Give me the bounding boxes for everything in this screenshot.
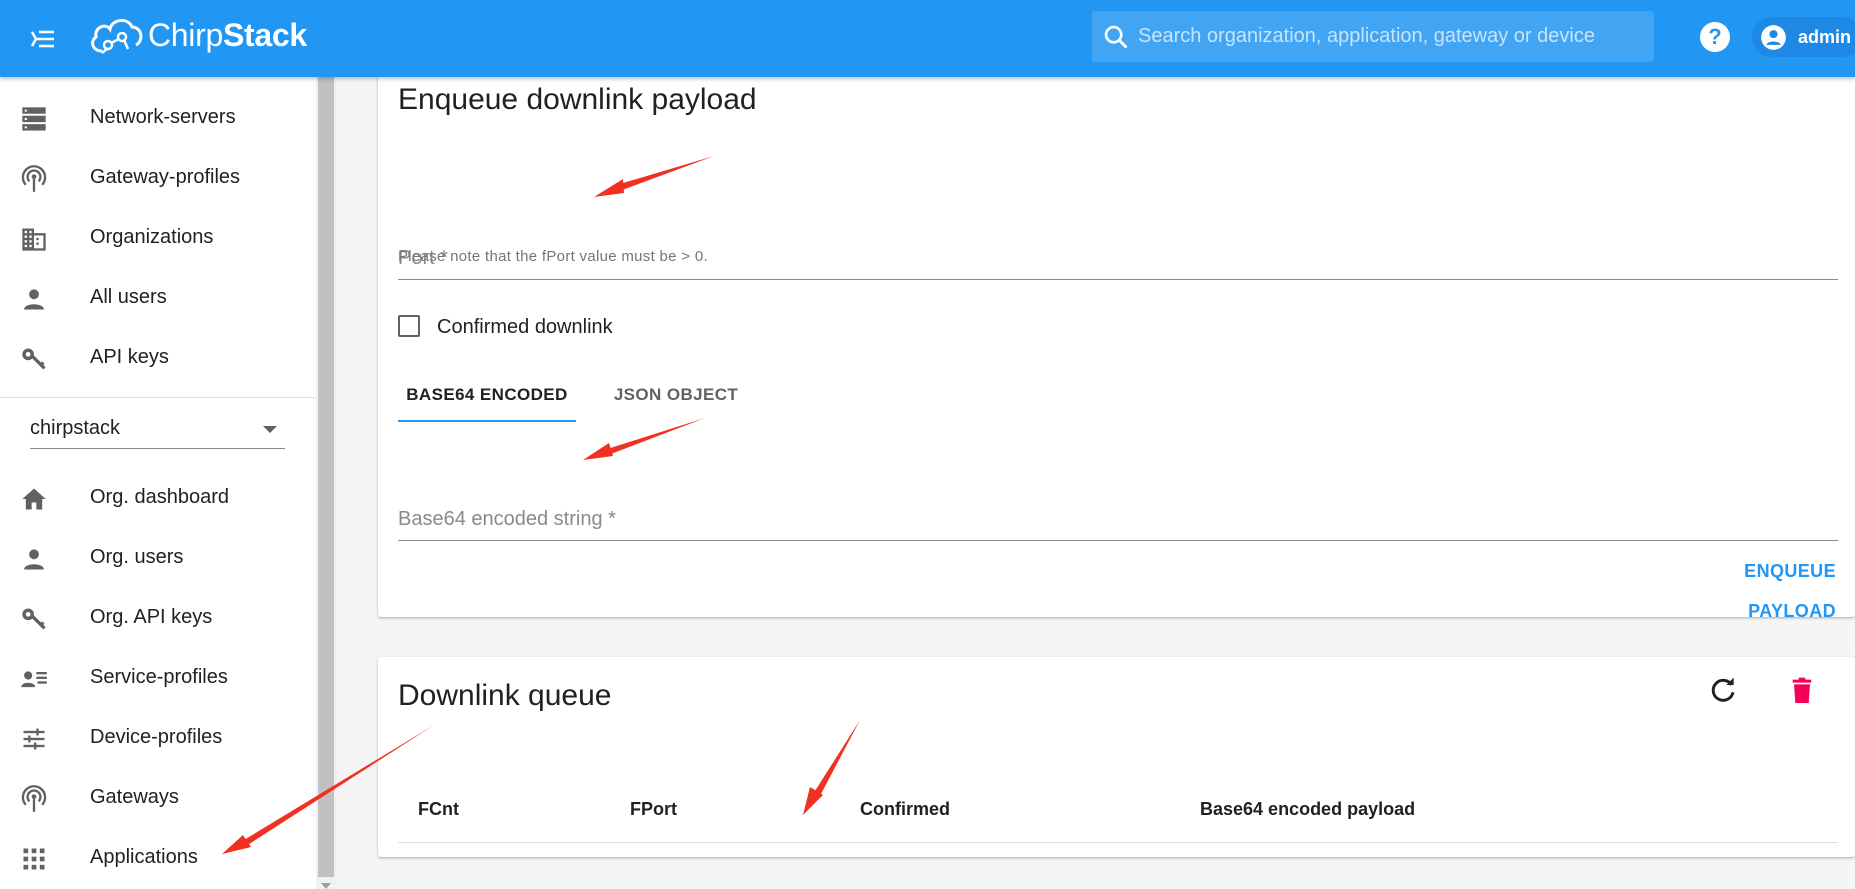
key-icon (22, 348, 46, 370)
sidebar-item-org-api-keys[interactable]: Org. API keys (0, 590, 316, 646)
sidebar-scrollbar[interactable] (316, 77, 336, 889)
sidebar-item-label: Service-profiles (90, 666, 228, 688)
tab-base64-encoded[interactable]: BASE64 ENCODED (398, 368, 576, 422)
delete-icon[interactable] (1786, 675, 1818, 707)
user-name: admin (1798, 27, 1852, 47)
base64-payload-field[interactable] (398, 497, 1838, 541)
sidebar-item-label: Org. API keys (90, 606, 213, 628)
tab-json-object[interactable]: JSON OBJECT (576, 368, 776, 422)
gateway-icon (21, 785, 47, 812)
sidebar-item-label: Organizations (90, 226, 214, 248)
column-header-confirmed: Confirmed (860, 799, 950, 819)
sidebar-item-label: Device-profiles (90, 726, 223, 748)
column-header-base64-payload: Base64 encoded payload (1200, 799, 1416, 819)
sidebar-item-device-profiles[interactable]: Device-profiles (0, 710, 316, 766)
port-helper-label: Please note that the fPort value must be… (398, 248, 708, 265)
user-icon (24, 549, 44, 570)
downlink-queue-card: Downlink queue FCnt FPort Confirmed Base… (378, 657, 1855, 857)
sidebar-item-gateways[interactable]: Gateways (0, 770, 316, 826)
confirmed-downlink-checkbox[interactable]: Confirmed downlink (398, 312, 658, 342)
apps-icon (23, 848, 45, 870)
refresh-icon[interactable] (1707, 675, 1739, 707)
sidebar-item-all-users[interactable]: All users (0, 270, 316, 326)
checkbox-box[interactable] (398, 315, 420, 337)
key-icon (22, 608, 46, 630)
sidebar-item-label: Gateway-profiles (90, 166, 241, 188)
sidebar-divider (0, 397, 316, 398)
organization-select[interactable]: chirpstack (30, 411, 285, 449)
chirpstack-logo-icon (88, 13, 144, 59)
sidebar-item-label: API keys (90, 346, 169, 368)
sidebar-item-label: Network-servers (90, 106, 236, 128)
downlink-queue-table-header: FCnt FPort Confirmed Base64 encoded payl… (398, 775, 1838, 843)
column-header-fcnt: FCnt (418, 799, 459, 819)
card-title: Downlink queue (398, 679, 612, 712)
app-title: ChirpStack (148, 17, 307, 54)
sidebar-item-network-servers[interactable]: Network-servers (0, 90, 316, 146)
top-app-bar: ChirpStack ? admin (0, 0, 1855, 77)
sidebar-item-org-users[interactable]: Org. users (0, 530, 316, 586)
sidebar-item-label: Applications (90, 846, 198, 868)
checkbox-label: Confirmed downlink (437, 316, 613, 338)
gateway-icon (21, 165, 47, 192)
brand-bold: Stack (222, 17, 307, 53)
user-icon (24, 289, 44, 310)
account-circle-icon (1761, 25, 1786, 50)
help-icon[interactable]: ? (1700, 22, 1730, 52)
sidebar-item-label: All users (90, 286, 167, 308)
tune-icon (23, 728, 45, 750)
brand-light: Chirp (148, 17, 223, 53)
sidebar-item-label: Gateways (90, 786, 179, 808)
user-menu-button[interactable]: admin (1752, 17, 1855, 57)
search-icon (1104, 25, 1128, 49)
base64-payload-input[interactable] (398, 497, 1838, 541)
sidebar-item-org-dashboard[interactable]: Org. dashboard (0, 470, 316, 526)
scroll-down-arrow-icon[interactable] (321, 883, 331, 889)
scrollbar-thumb[interactable] (318, 77, 334, 877)
server-icon (22, 107, 46, 131)
sidebar-item-applications[interactable]: Applications (0, 830, 316, 886)
sidebar-item-api-keys[interactable]: API keys (0, 330, 316, 386)
menu-collapse-icon[interactable] (28, 24, 58, 54)
search-input[interactable] (1138, 11, 1638, 62)
card-title: Enqueue downlink payload (398, 83, 757, 116)
home-icon (22, 488, 46, 510)
organization-select-value: chirpstack (30, 417, 121, 439)
sidebar-item-organizations[interactable]: Organizations (0, 210, 316, 266)
building-icon (22, 228, 46, 251)
enqueue-payload-button[interactable]: ENQUEUE PAYLOAD (1656, 551, 1836, 621)
sidebar-item-label: Org. users (90, 546, 184, 568)
sidebar-item-gateway-profiles[interactable]: Gateway-profiles (0, 150, 316, 206)
column-header-fport: FPort (630, 799, 677, 819)
global-search[interactable] (1092, 11, 1654, 62)
sidebar-item-service-profiles[interactable]: Service-profiles (0, 650, 316, 706)
account-details-icon (21, 671, 47, 688)
sidebar: Network-servers Gateway-profiles Organiz… (0, 77, 316, 889)
chevron-down-icon (263, 426, 277, 433)
enqueue-downlink-card: Enqueue downlink payload Please note tha… (378, 60, 1855, 621)
sidebar-item-label: Org. dashboard (90, 486, 229, 508)
